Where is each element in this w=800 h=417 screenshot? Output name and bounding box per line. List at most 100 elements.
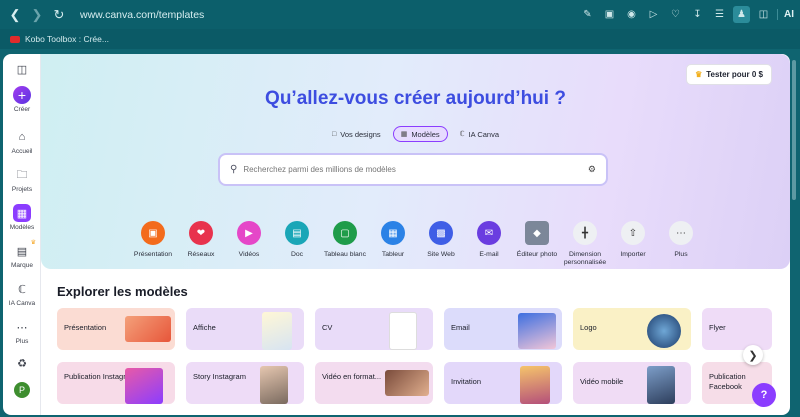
left-rail: ◫ + Créer ⌂ Accueil 🗀 Projets ▦ Modèles …: [3, 54, 41, 415]
ai-label: IA Canva: [8, 300, 36, 307]
edit-icon[interactable]: ✎: [579, 6, 596, 23]
category-label: Dimension personnalisée: [563, 251, 607, 267]
card-thumbnail: [389, 312, 417, 350]
trial-button[interactable]: ♛ Tester pour 0 $: [686, 64, 772, 85]
brand-icon: ▤: [16, 245, 28, 258]
card-cv[interactable]: CV: [315, 308, 433, 350]
main-content: ♛ Tester pour 0 $ Qu’allez-vous créer au…: [41, 54, 790, 415]
category-social[interactable]: ❤ Réseaux: [177, 221, 225, 268]
back-icon[interactable]: ❮: [4, 4, 26, 26]
category-label: Éditeur photo: [516, 251, 558, 258]
more-label: Plus: [15, 338, 29, 345]
category-custom-size[interactable]: ╋ Dimension personnalisée: [561, 221, 609, 268]
list-icon[interactable]: ☰: [711, 6, 728, 23]
help-button[interactable]: ?: [752, 383, 776, 407]
shield-icon[interactable]: ◉: [623, 6, 640, 23]
card-thumbnail: [260, 366, 288, 404]
extensions-icon[interactable]: ◫: [755, 6, 772, 23]
rail-item-home[interactable]: ⌂ Accueil: [3, 128, 41, 155]
category-label: Doc: [290, 251, 304, 258]
rail-item-templates[interactable]: ▦ Modèles: [3, 204, 41, 231]
ellipsis-icon: ⋯: [16, 321, 28, 334]
category-label: Présentation: [133, 251, 173, 258]
category-more[interactable]: ⋯ Plus: [657, 221, 705, 268]
photo-editor-icon: ◆: [525, 221, 549, 245]
category-label: Réseaux: [187, 251, 215, 258]
card-label: Vidéo mobile: [580, 377, 624, 386]
page-title: Qu’allez-vous créer aujourd’hui ?: [265, 88, 566, 109]
rail-item-ai[interactable]: ℂ IA Canva: [3, 280, 41, 308]
category-whiteboard[interactable]: ▢ Tableau blanc: [321, 221, 369, 268]
rail-item-brand[interactable]: ♛ ▤ Marque: [3, 240, 41, 269]
category-label: Tableau blanc: [324, 251, 366, 258]
projects-label: Projets: [11, 186, 33, 193]
bookmarks-bar: Kobo Toolbox : Crée...: [0, 29, 800, 49]
category-doc[interactable]: ▤ Doc: [273, 221, 321, 268]
browser-toolbar: ❮ ❯ ↻ www.canva.com/templates ✎ ▣ ◉ ▷ ♡ …: [0, 0, 800, 29]
category-label: Tableur: [381, 251, 405, 258]
card-poster[interactable]: Affiche: [186, 308, 304, 350]
card-logo[interactable]: Logo: [573, 308, 691, 350]
category-label: Importer: [620, 251, 646, 258]
profile-icon[interactable]: ♟: [733, 6, 750, 23]
search-input[interactable]: [243, 165, 588, 174]
crown-icon: ♛: [30, 240, 36, 246]
card-label: Affiche: [193, 323, 216, 332]
url-bar[interactable]: www.canva.com/templates: [80, 9, 579, 21]
card-flyer[interactable]: Flyer: [702, 308, 772, 350]
templates-icon: ▦: [13, 204, 31, 222]
tab-ai-canva[interactable]: ℂ IA Canva: [453, 126, 506, 142]
sidebar-toggle[interactable]: ◫: [3, 60, 41, 78]
card-mobile-video[interactable]: Vidéo mobile: [573, 362, 691, 404]
camera-icon[interactable]: ▣: [601, 6, 618, 23]
forward-icon[interactable]: ❯: [26, 4, 48, 26]
category-website[interactable]: ▩ Site Web: [417, 221, 465, 268]
card-label: Présentation: [64, 323, 107, 332]
scrollbar-thumb[interactable]: [792, 60, 796, 200]
card-label: Logo: [580, 323, 597, 332]
doc-icon: ▤: [285, 221, 309, 245]
card-thumbnail: [647, 366, 675, 404]
category-videos[interactable]: ▶ Vidéos: [225, 221, 273, 268]
download-icon[interactable]: ↧: [689, 6, 706, 23]
category-presentation[interactable]: ▣ Présentation: [129, 221, 177, 268]
filter-icon[interactable]: ⚙: [588, 164, 596, 175]
card-instagram-story[interactable]: Story Instagram: [186, 362, 304, 404]
card-thumbnail: [520, 366, 550, 404]
ai-button[interactable]: AI: [777, 9, 794, 20]
category-spreadsheet[interactable]: ▦ Tableur: [369, 221, 417, 268]
card-email[interactable]: Email: [444, 308, 562, 350]
account-button[interactable]: P: [3, 382, 41, 398]
carousel-next-button[interactable]: ❯: [743, 345, 763, 365]
notifications-button[interactable]: ♻: [3, 354, 41, 372]
brand-label: Marque: [10, 262, 34, 269]
bell-icon: ♻: [17, 357, 27, 370]
templates-label: Modèles: [9, 224, 35, 231]
more-icon: ⋯: [669, 221, 693, 245]
rail-item-more[interactable]: ⋯ Plus: [3, 318, 41, 346]
tab-templates[interactable]: ▦ Modèles: [392, 126, 448, 142]
home-icon: ⌂: [18, 131, 26, 143]
category-upload[interactable]: ⇧ Importer: [609, 221, 657, 268]
create-button[interactable]: + Créer: [3, 86, 41, 113]
card-label: Email: [451, 323, 470, 332]
rail-item-projects[interactable]: 🗀 Projets: [3, 166, 41, 194]
card-presentation[interactable]: Présentation: [57, 308, 175, 350]
ai-icon: ℂ: [18, 283, 26, 296]
tab-your-designs[interactable]: □ Vos designs: [325, 126, 388, 142]
category-email[interactable]: ✉ E-mail: [465, 221, 513, 268]
heart-icon[interactable]: ♡: [667, 6, 684, 23]
card-invitation[interactable]: Invitation: [444, 362, 562, 404]
card-video-format[interactable]: Vidéo en format...: [315, 362, 433, 404]
card-label: Flyer: [709, 323, 726, 332]
category-label: Plus: [674, 251, 688, 258]
bookmark-kobo[interactable]: Kobo Toolbox : Crée...: [25, 34, 109, 44]
card-label: Story Instagram: [193, 372, 246, 381]
card-instagram-post[interactable]: Publication Instagram: [57, 362, 175, 404]
video-icon: ▶: [237, 221, 261, 245]
category-photo-editor[interactable]: ◆ Éditeur photo: [513, 221, 561, 268]
section-title: Explorer les modèles: [57, 284, 188, 299]
play-icon[interactable]: ▷: [645, 6, 662, 23]
card-thumbnail: [647, 314, 681, 348]
reload-icon[interactable]: ↻: [48, 4, 70, 26]
